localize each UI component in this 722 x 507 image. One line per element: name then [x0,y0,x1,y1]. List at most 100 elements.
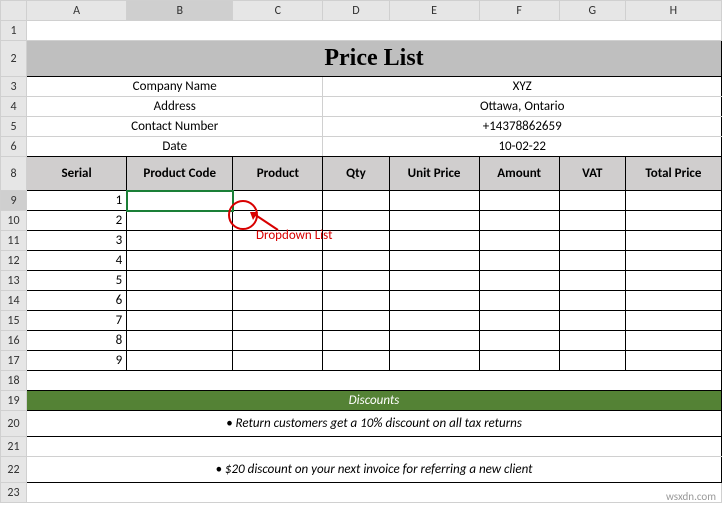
row-header[interactable]: 15 [1,311,27,331]
date-value[interactable]: 10-02-22 [323,137,722,157]
select-all-corner[interactable] [1,1,27,21]
cell[interactable] [389,351,479,371]
cell[interactable] [389,211,479,231]
cell[interactable] [233,251,323,271]
serial-cell[interactable]: 8 [27,331,127,351]
row-header[interactable]: 16 [1,331,27,351]
cell[interactable] [127,331,233,351]
address-value[interactable]: Ottawa, Ontario [323,97,722,117]
cell[interactable] [479,231,559,251]
col-header-F[interactable]: F [479,1,559,21]
cell[interactable] [479,331,559,351]
hdr-serial[interactable]: Serial [27,157,127,191]
row-header[interactable]: 2 [1,41,27,77]
row-header[interactable]: 11 [1,231,27,251]
hdr-product-code[interactable]: Product Code [127,157,233,191]
cell[interactable] [389,291,479,311]
row-header[interactable]: 21 [1,437,27,457]
cell[interactable] [233,231,323,251]
row-header[interactable]: 23 [1,483,27,503]
cell[interactable] [559,231,625,251]
col-header-H[interactable]: H [625,1,721,21]
title-cell[interactable]: Price List [27,41,722,77]
cell[interactable] [389,311,479,331]
serial-cell[interactable]: 9 [27,351,127,371]
row-header[interactable]: 19 [1,391,27,411]
cell[interactable] [479,291,559,311]
row-header[interactable]: 10 [1,211,27,231]
row-header[interactable]: 3 [1,77,27,97]
cell[interactable] [389,251,479,271]
discount-line-2[interactable]: • $20 discount on your next invoice for … [27,457,722,483]
cell[interactable] [625,311,721,331]
serial-cell[interactable]: 3 [27,231,127,251]
dropdown-button[interactable] [232,192,233,210]
row-header[interactable]: 1 [1,21,27,41]
cell[interactable] [625,271,721,291]
row-header[interactable]: 8 [1,157,27,191]
col-header-A[interactable]: A [27,1,127,21]
discounts-header[interactable]: Discounts [27,391,722,411]
cell[interactable] [479,251,559,271]
cell[interactable] [389,331,479,351]
row-header[interactable]: 6 [1,137,27,157]
cell[interactable] [625,351,721,371]
row-header[interactable]: 9 [1,191,27,211]
cell[interactable] [559,311,625,331]
row-header[interactable]: 22 [1,457,27,483]
cell[interactable] [127,231,233,251]
amount-cell[interactable] [479,191,559,211]
cell[interactable] [127,291,233,311]
cell[interactable] [323,211,389,231]
hdr-product[interactable]: Product [233,157,323,191]
cell[interactable] [559,291,625,311]
cell[interactable] [559,211,625,231]
col-header-C[interactable]: C [233,1,323,21]
cell[interactable] [323,311,389,331]
cell[interactable] [233,291,323,311]
cell[interactable] [233,311,323,331]
cell[interactable] [127,271,233,291]
cell[interactable] [625,251,721,271]
hdr-total-price[interactable]: Total Price [625,157,721,191]
hdr-amount[interactable]: Amount [479,157,559,191]
cell[interactable] [127,351,233,371]
cell[interactable] [479,211,559,231]
cell[interactable] [323,231,389,251]
cell[interactable] [625,291,721,311]
serial-cell[interactable]: 4 [27,251,127,271]
product-cell[interactable] [233,191,323,211]
cell[interactable] [323,271,389,291]
total-price-cell[interactable] [625,191,721,211]
cell[interactable] [479,351,559,371]
cell[interactable] [389,231,479,251]
qty-cell[interactable] [323,191,389,211]
cell[interactable] [27,483,722,503]
serial-cell[interactable]: 2 [27,211,127,231]
cell[interactable] [323,251,389,271]
cell[interactable] [559,271,625,291]
cell[interactable] [479,311,559,331]
cell[interactable] [27,371,722,391]
product-code-cell-active[interactable] [127,191,233,211]
contact-label[interactable]: Contact Number [27,117,323,137]
row-header[interactable]: 20 [1,411,27,437]
cell[interactable] [559,251,625,271]
row-header[interactable]: 5 [1,117,27,137]
row-header[interactable]: 14 [1,291,27,311]
serial-cell[interactable]: 7 [27,311,127,331]
cell[interactable] [233,351,323,371]
cell[interactable] [127,311,233,331]
row-header[interactable]: 18 [1,371,27,391]
cell[interactable] [323,291,389,311]
cell[interactable] [625,331,721,351]
hdr-unit-price[interactable]: Unit Price [389,157,479,191]
serial-cell[interactable]: 5 [27,271,127,291]
cell[interactable] [559,331,625,351]
col-header-E[interactable]: E [389,1,479,21]
serial-cell[interactable]: 6 [27,291,127,311]
discount-line-1[interactable]: • Return customers get a 10% discount on… [27,411,722,437]
cell[interactable] [233,331,323,351]
row-header[interactable]: 13 [1,271,27,291]
cell[interactable] [27,21,722,41]
